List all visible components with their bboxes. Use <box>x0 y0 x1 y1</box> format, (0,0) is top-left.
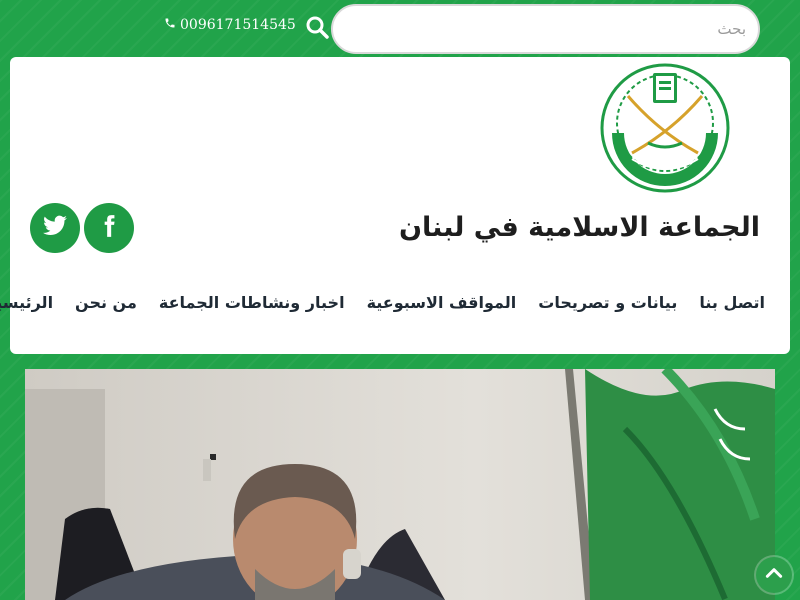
phone-number: 0096171514545 <box>180 17 296 33</box>
nav-item-about[interactable]: من نحن <box>75 293 137 312</box>
site-title: الجماعة الاسلامية في لبنان <box>399 212 760 243</box>
search-icon[interactable] <box>305 15 329 39</box>
phone-icon <box>164 17 176 33</box>
site-logo[interactable] <box>598 61 732 195</box>
chevron-up-icon <box>764 563 784 587</box>
nav-item-contact[interactable]: اتصل بنا <box>699 293 765 312</box>
header-card: الجماعة الاسلامية في لبنان الرئيسية من ن… <box>0 57 790 354</box>
hero-image[interactable] <box>25 369 775 600</box>
nav-item-weekly-positions[interactable]: المواقف الاسبوعية <box>367 293 517 312</box>
nav-item-home[interactable]: الرئيسية <box>0 293 53 312</box>
phone-contact[interactable]: 0096171514545 <box>164 17 296 33</box>
back-to-top-button[interactable] <box>756 557 792 593</box>
facebook-icon <box>96 213 122 243</box>
search-input[interactable] <box>331 4 760 54</box>
main-nav: الرئيسية من نحن اخبار ونشاطات الجماعة ال… <box>0 293 765 312</box>
nav-item-news[interactable]: اخبار ونشاطات الجماعة <box>159 293 345 312</box>
nav-item-statements[interactable]: بيانات و تصريحات <box>538 293 677 312</box>
twitter-button[interactable] <box>30 203 80 253</box>
top-bar: 0096171514545 <box>0 0 800 57</box>
twitter-icon <box>42 213 68 243</box>
facebook-button[interactable] <box>84 203 134 253</box>
